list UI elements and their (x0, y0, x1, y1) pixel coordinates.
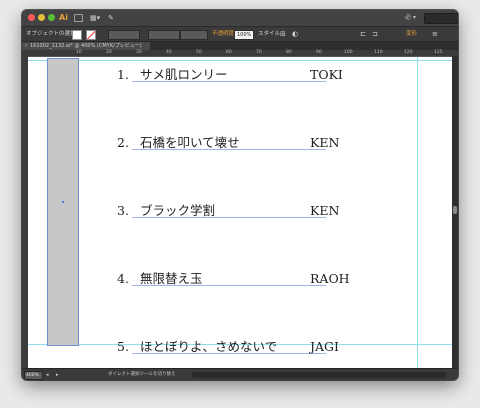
vertical-scrollbar[interactable] (452, 56, 458, 368)
list-item-author[interactable]: KEN (310, 135, 339, 151)
list-item-author[interactable]: RAOH (310, 271, 350, 287)
artboard-canvas[interactable]: 1. サメ肌ロンリー TOKI 2. 石橋を叩いて壊せ KEN 3. ブラック学… (28, 57, 452, 368)
status-bar: 400% ◂ ▸ ダイレクト選択ツールを切り替え (22, 368, 458, 380)
document-tab-label: 161002_1132.ai* @ 400% (CMYK/プレビュー) (30, 43, 142, 49)
status-tool-hint: ダイレクト選択ツールを切り替え (108, 372, 176, 377)
ruler-tick-label: 70 (256, 50, 262, 55)
illustrator-window: Ai ▦▾ ✎ 必 ▾ オブジェクトの選択 不透明度 100% スタイル ⊞ ◐… (22, 10, 458, 380)
stroke-weight-field[interactable] (108, 30, 140, 40)
horizontal-scrollbar[interactable] (192, 372, 446, 378)
search-input[interactable] (424, 13, 458, 24)
list-item-author[interactable]: TOKI (310, 67, 343, 83)
minimize-window-button[interactable] (38, 14, 45, 21)
align-center-icon[interactable]: ⊐ (372, 30, 378, 38)
ruler-tick-label: 100 (344, 50, 353, 55)
panel-menu-icon[interactable]: ≡ (432, 30, 438, 38)
zoom-level-field[interactable]: 400% (24, 371, 43, 380)
close-tab-icon[interactable]: × (24, 42, 28, 50)
list-item-author[interactable]: KEN (310, 203, 339, 219)
ruler-tick-label: 90 (316, 50, 322, 55)
list-item-title[interactable]: 無限替え玉 (140, 271, 203, 287)
ruler-tick-label: 60 (226, 50, 232, 55)
list-item-number[interactable]: 4. (117, 271, 129, 287)
ruler-tick-label: 40 (166, 50, 172, 55)
guide-line-right[interactable] (417, 57, 418, 368)
opacity-label[interactable]: 不透明度 (212, 30, 234, 38)
ruler-tick-label: 30 (136, 50, 142, 55)
opacity-field[interactable]: 100% (234, 30, 254, 40)
list-item-title[interactable]: ブラック学割 (140, 203, 215, 219)
list-item-number[interactable]: 3. (117, 203, 129, 219)
brush-definition-select[interactable] (180, 30, 208, 40)
list-item-title[interactable]: ほとぼりよ、さめないで (140, 339, 277, 355)
list-item-number[interactable]: 1. (117, 67, 129, 83)
arrange-documents-icon[interactable]: ▦▾ (90, 14, 100, 22)
guide-line-top[interactable] (28, 60, 452, 61)
list-item-number[interactable]: 2. (117, 135, 129, 151)
list-item-number[interactable]: 5. (117, 339, 129, 355)
ruler-tick-label: 20 (106, 50, 112, 55)
selection-status-label: オブジェクトの選択 (26, 31, 76, 37)
stroke-swatch[interactable] (86, 30, 96, 40)
workspace-switcher[interactable]: 必 ▾ (405, 14, 416, 22)
transform-label[interactable]: 変形 (406, 30, 417, 38)
vertical-scroll-thumb[interactable] (453, 206, 457, 214)
bridge-icon[interactable] (74, 14, 83, 22)
selection-center-point (62, 201, 64, 203)
application-bar: Ai ▦▾ ✎ 必 ▾ (22, 10, 458, 27)
app-logo: Ai (59, 13, 68, 22)
variable-width-profile-select[interactable] (148, 30, 180, 40)
align-icon[interactable]: ⊞ (280, 30, 286, 38)
ruler-tick-label: 50 (196, 50, 202, 55)
recolor-icon[interactable]: ◐ (292, 30, 298, 38)
list-item-author[interactable]: JAGI (310, 339, 339, 355)
artboard-prev-icon[interactable]: ◂ (46, 371, 49, 379)
align-left-icon[interactable]: ⊏ (360, 30, 366, 38)
list-item-title[interactable]: サメ肌ロンリー (140, 67, 228, 83)
maximize-window-button[interactable] (48, 14, 55, 21)
control-bar: オブジェクトの選択 不透明度 100% スタイル ⊞ ◐ ⊏ ⊐ 変形 ≡ (22, 27, 458, 42)
ruler-tick-label: 125 (434, 50, 443, 55)
gpu-performance-icon[interactable]: ✎ (108, 14, 114, 22)
document-tabs: × 161002_1132.ai* @ 400% (CMYK/プレビュー) (22, 42, 458, 50)
list-item-title[interactable]: 石橋を叩いて壊せ (140, 135, 240, 151)
document-tab[interactable]: × 161002_1132.ai* @ 400% (CMYK/プレビュー) (22, 42, 150, 50)
ruler-tick-label: 120 (404, 50, 413, 55)
artboard-next-icon[interactable]: ▸ (56, 371, 59, 379)
close-window-button[interactable] (28, 14, 35, 21)
selected-gray-rectangle[interactable] (47, 58, 79, 346)
ruler-tick-label: 110 (374, 50, 383, 55)
horizontal-ruler[interactable]: 10 20 30 40 50 60 70 80 90 100 110 120 1… (28, 50, 452, 57)
fill-swatch[interactable] (72, 30, 82, 40)
style-label[interactable]: スタイル (258, 30, 280, 38)
ruler-tick-label: 80 (286, 50, 292, 55)
ruler-tick-label: 10 (76, 50, 82, 55)
